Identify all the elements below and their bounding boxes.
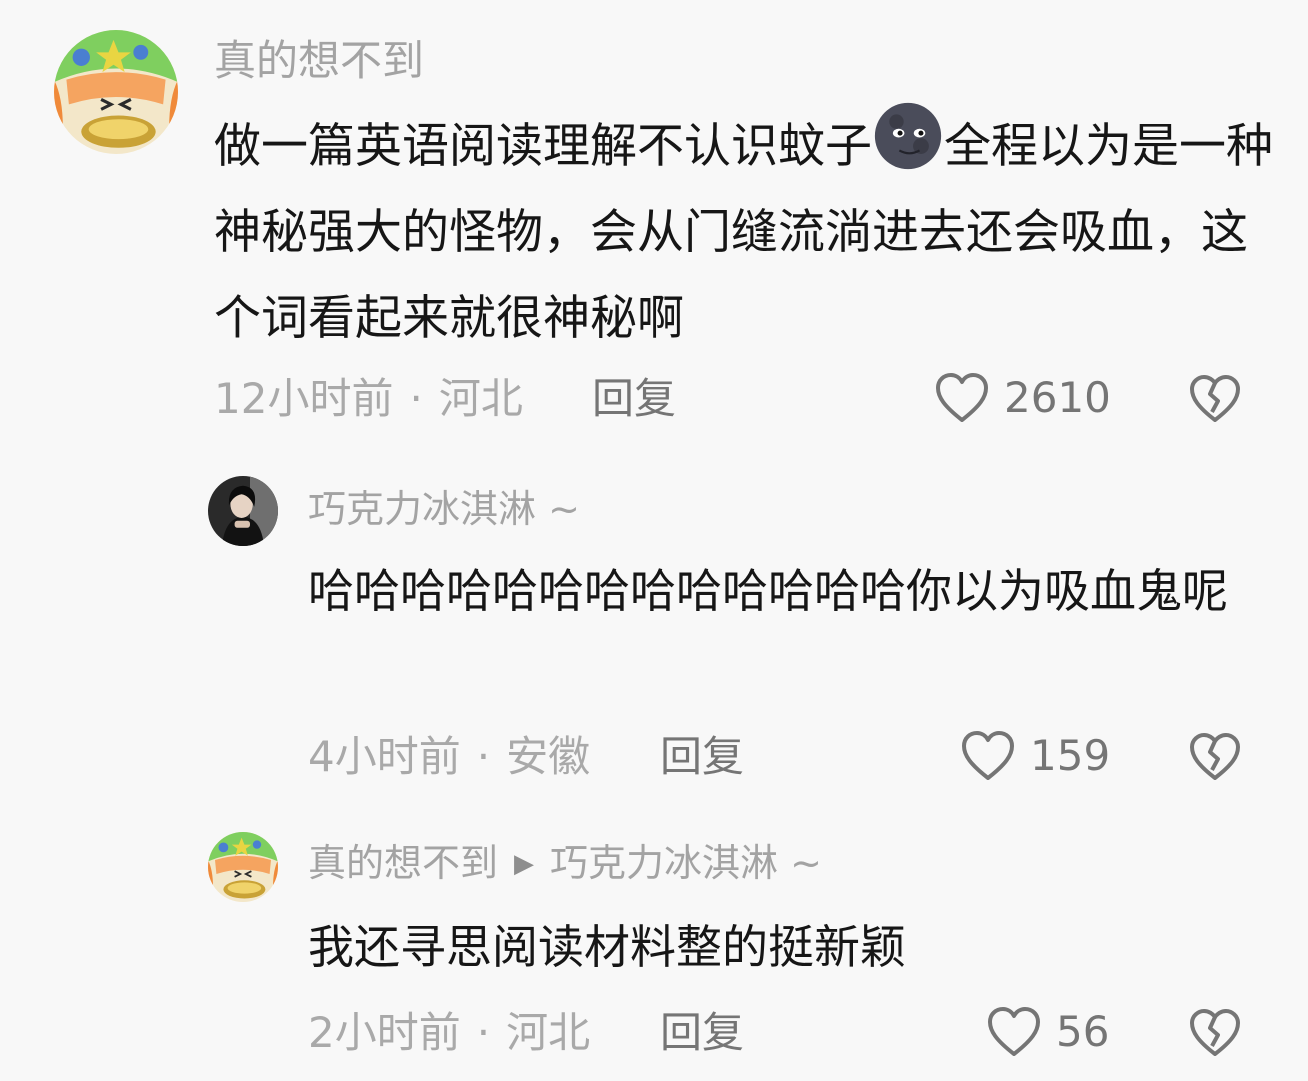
like-button[interactable]: 56 (986, 1006, 1109, 1058)
separator-dot: · (476, 1008, 491, 1057)
comment-meta: 12小时前 · 河北 (214, 378, 523, 420)
user-photo-icon (208, 476, 278, 546)
reply-button[interactable]: 回复 (592, 378, 676, 420)
comment-username[interactable]: 真的想不到 (214, 40, 424, 82)
comment-text: 做一篇英语阅读理解不认识蚊子 全程以为是一种神秘强大的怪物，会从门缝流淌进去还会… (214, 100, 1274, 362)
broken-heart-icon[interactable] (1188, 732, 1242, 782)
avatar[interactable] (54, 30, 178, 154)
reply-button[interactable]: 回复 (660, 1012, 744, 1054)
reply-button[interactable]: 回复 (660, 736, 744, 778)
comment-location: 安徽 (506, 732, 591, 781)
comment-text: 哈哈哈哈哈哈哈哈哈哈哈哈哈你以为吸血鬼呢 (308, 564, 1228, 618)
like-count: 56 (1056, 1007, 1110, 1056)
new-moon-face-icon (874, 102, 942, 170)
triangle-right-icon: ▶ (514, 849, 535, 879)
comment-meta: 4小时前 · 安徽 (308, 736, 590, 778)
broken-heart-icon[interactable] (1188, 374, 1242, 424)
like-count: 159 (1030, 731, 1111, 780)
avatar[interactable] (208, 476, 278, 546)
anime-avatar-icon (54, 30, 178, 154)
broken-heart-icon[interactable] (1188, 1008, 1242, 1058)
separator-dot: · (409, 374, 423, 423)
separator-dot: · (476, 732, 491, 781)
reply-to-username[interactable]: 巧克力冰淇淋 ~ (550, 841, 822, 885)
heart-outline-icon (988, 1007, 1040, 1056)
comment-meta: 2小时前 · 河北 (308, 1012, 590, 1054)
comment-username[interactable]: 巧克力冰淇淋 ~ (308, 490, 580, 528)
heart-outline-icon (936, 373, 988, 422)
heart-outline-icon (962, 731, 1014, 780)
like-count: 2610 (1004, 373, 1111, 422)
comment-text-part: 做一篇英语阅读理解不认识蚊子 (214, 119, 872, 174)
comment-time: 12小时前 (214, 374, 394, 423)
avatar[interactable] (208, 832, 278, 902)
like-button[interactable]: 2610 (934, 372, 1111, 424)
comment-location: 河北 (438, 374, 523, 423)
like-button[interactable]: 159 (960, 730, 1110, 782)
comment-time: 2小时前 (308, 1008, 461, 1057)
anime-avatar-icon (208, 832, 278, 902)
comment-time: 4小时前 (308, 732, 461, 781)
comment-location: 河北 (506, 1008, 591, 1057)
comment-text: 我还寻思阅读材料整的挺新颖 (308, 920, 906, 974)
comment-username[interactable]: 真的想不到 (308, 841, 498, 885)
comment-header: 真的想不到 ▶ 巧克力冰淇淋 ~ (308, 844, 822, 882)
